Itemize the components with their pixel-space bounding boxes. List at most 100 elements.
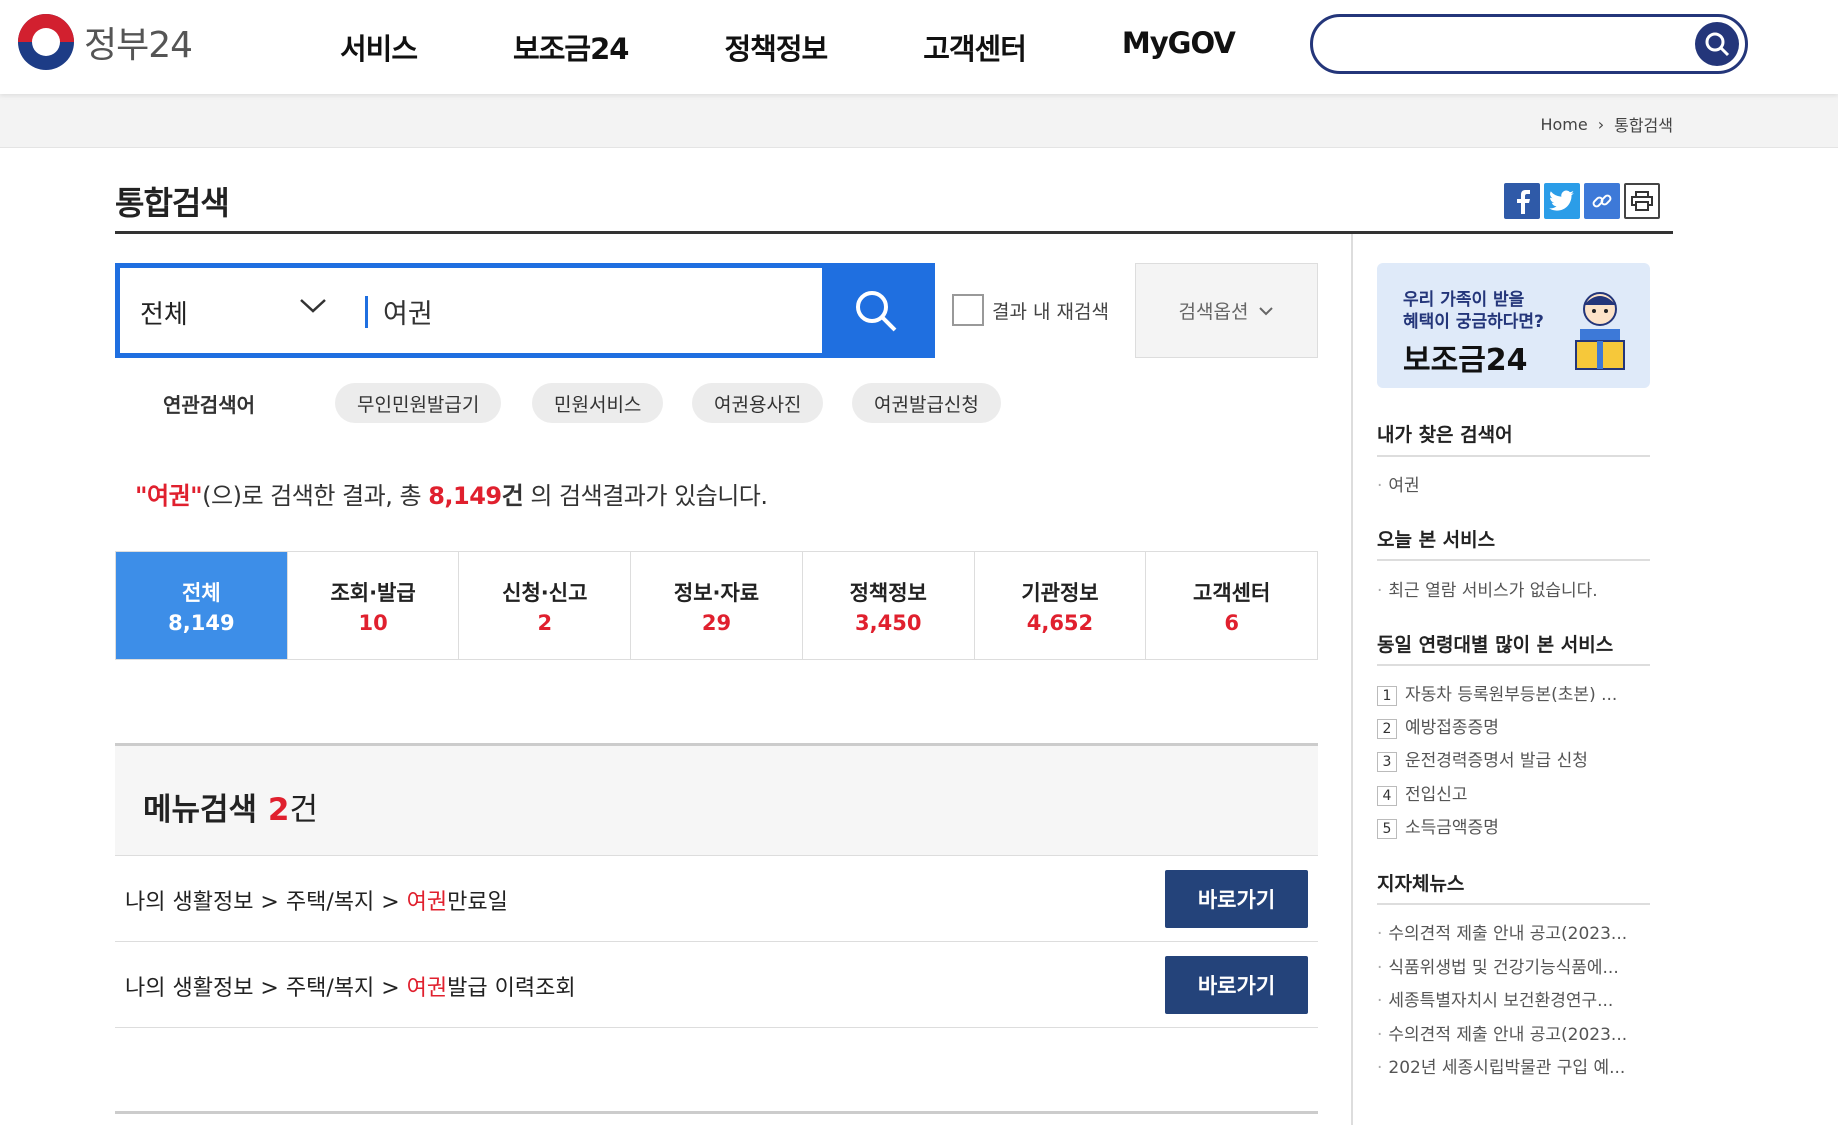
menu-search-unit: 건 [289, 792, 318, 828]
breadcrumb-home[interactable]: Home [1540, 115, 1587, 134]
search-icon [1705, 32, 1730, 57]
news-label: 수의견적 제출 안내 공고(2023... [1388, 1025, 1628, 1045]
popular-service-label: 운전경력증명서 발급 신청 [1405, 751, 1588, 771]
header-search-button[interactable] [1695, 22, 1739, 66]
menu-path-suffix: 발급 이력조회 [447, 976, 576, 1001]
copy-link-button[interactable] [1584, 183, 1620, 219]
facebook-share-button[interactable] [1504, 183, 1540, 219]
popular-service-item[interactable]: 1 자동차 등록원부등본(초본) ... [1377, 680, 1617, 706]
popular-service-label: 자동차 등록원부등본(초본) ... [1405, 685, 1618, 705]
my-keyword-item[interactable]: · 여권 [1377, 471, 1420, 496]
print-icon [1631, 191, 1653, 211]
result-tabs: 전체 8,149 조회·발급 10 신청·신고 2 정보·자료 29 정책정보 … [115, 551, 1318, 660]
popular-service-item[interactable]: 3 운전경력증명서 발급 신청 [1377, 746, 1588, 772]
menu-result-row: 나의 생활정보 > 주택/복지 > 여권만료일 바로가기 [115, 856, 1318, 942]
breadcrumb: Home › 통합검색 [1540, 112, 1673, 136]
news-label: 수의견적 제출 안내 공고(2023... [1388, 924, 1628, 944]
nav-customer-center[interactable]: 고객센터 [923, 26, 1027, 68]
refine-search-checkbox[interactable] [952, 294, 984, 326]
refine-search-label[interactable]: 결과 내 재검색 [992, 297, 1109, 324]
my-keyword-label: 여권 [1388, 476, 1420, 496]
today-viewed-item: · 최근 열람 서비스가 없습니다. [1377, 576, 1598, 601]
tab-label: 정책정보 [849, 580, 927, 605]
chevron-down-icon [1259, 306, 1274, 315]
header-search-input[interactable] [1337, 29, 1667, 59]
summary-text: (으)로 검색한 결과, 총 [202, 482, 429, 510]
main-search-box: 전체 여권 [115, 263, 935, 358]
tab-count: 8,149 [168, 610, 235, 635]
tab-label: 고객센터 [1193, 580, 1271, 605]
popular-service-item[interactable]: 2 예방접종증명 [1377, 713, 1499, 739]
rank-number: 2 [1377, 719, 1397, 739]
tab-apply-report[interactable]: 신청·신고 2 [459, 552, 632, 659]
go-button[interactable]: 바로가기 [1165, 956, 1308, 1014]
search-input[interactable]: 여권 [383, 292, 433, 331]
nav-mygov[interactable]: MyGOV [1122, 26, 1236, 68]
tab-customer-center[interactable]: 고객센터 6 [1146, 552, 1318, 659]
breadcrumb-bar: Home › 통합검색 [0, 94, 1838, 148]
local-news-item[interactable]: · 식품위생법 및 건강기능식품에... [1377, 953, 1619, 978]
divider [1377, 903, 1650, 905]
related-tag[interactable]: 여권발급신청 [852, 383, 1001, 423]
bullet-icon: · [1377, 1025, 1383, 1045]
popular-service-label: 예방접종증명 [1405, 718, 1499, 738]
bullet-icon: · [1377, 1058, 1383, 1078]
twitter-share-button[interactable] [1544, 183, 1580, 219]
character-gift-icon [1575, 292, 1625, 370]
news-label: 세종특별자치시 보건환경연구... [1388, 991, 1614, 1011]
summary-text: 의 검색결과가 있습니다. [523, 482, 768, 510]
today-viewed-label: 최근 열람 서비스가 없습니다. [1388, 581, 1598, 601]
tab-agency[interactable]: 기관정보 4,652 [974, 552, 1147, 659]
local-news-item[interactable]: · 수의견적 제출 안내 공고(2023... [1377, 1020, 1627, 1045]
local-news-item[interactable]: · 수의견적 제출 안내 공고(2023... [1377, 919, 1627, 944]
news-label: 식품위생법 및 건강기능식품에... [1388, 958, 1619, 978]
related-tag[interactable]: 무인민원발급기 [335, 383, 502, 423]
related-tag[interactable]: 여권용사진 [692, 383, 824, 423]
global-nav: 서비스 보조금24 정책정보 고객센터 MyGOV [340, 26, 1331, 68]
popular-service-item[interactable]: 4 전입신고 [1377, 780, 1468, 806]
nav-services[interactable]: 서비스 [340, 26, 418, 68]
tab-all[interactable]: 전체 8,149 [116, 552, 288, 659]
menu-result-path[interactable]: 나의 생활정보 > 주택/복지 > 여권만료일 [125, 884, 508, 916]
nav-subsidy24[interactable]: 보조금24 [513, 26, 629, 68]
go-button[interactable]: 바로가기 [1165, 870, 1308, 928]
text-cursor [365, 296, 368, 328]
popular-service-item[interactable]: 5 소득금액증명 [1377, 813, 1499, 839]
divider [1377, 559, 1650, 561]
bullet-icon: · [1377, 476, 1383, 496]
divider [1377, 455, 1650, 457]
search-submit-button[interactable] [822, 268, 930, 353]
related-tag[interactable]: 민원서비스 [532, 383, 664, 423]
popular-service-label: 소득금액증명 [1405, 818, 1499, 838]
print-button[interactable] [1624, 183, 1660, 219]
tab-info-data[interactable]: 정보·자료 29 [631, 552, 803, 659]
banner-line: 혜택이 궁금하다면? [1403, 312, 1544, 332]
share-buttons [1504, 183, 1660, 219]
twitter-icon [1549, 190, 1574, 211]
tab-count: 4,652 [1026, 610, 1094, 635]
tab-policy[interactable]: 정책정보 3,450 [802, 552, 975, 659]
chevron-down-icon[interactable] [298, 296, 328, 316]
local-news-item[interactable]: · 202년 세종시립박물관 구입 예... [1377, 1053, 1625, 1078]
search-options-button[interactable]: 검색옵션 [1135, 263, 1318, 358]
menu-path-highlight: 여권 [406, 890, 448, 915]
site-logo[interactable]: 정부24 [18, 14, 193, 70]
local-news-item[interactable]: · 세종특별자치시 보건환경연구... [1377, 986, 1613, 1011]
tab-lookup-issue[interactable]: 조회·발급 10 [287, 552, 460, 659]
rank-number: 1 [1377, 686, 1397, 706]
menu-path-prefix: 나의 생활정보 > 주택/복지 > [125, 976, 407, 1001]
refine-search: 결과 내 재검색 [952, 294, 1109, 326]
link-icon [1592, 194, 1612, 208]
scope-select[interactable]: 전체 [140, 294, 188, 331]
taegeuk-logo-icon [18, 14, 74, 70]
menu-search-header: 메뉴검색 2건 [115, 743, 1318, 856]
bullet-icon: · [1377, 991, 1383, 1011]
tab-label: 기관정보 [1021, 580, 1099, 605]
facebook-icon [1517, 190, 1530, 214]
menu-path-suffix: 만료일 [447, 890, 508, 915]
nav-policy[interactable]: 정책정보 [724, 26, 828, 68]
subsidy24-banner[interactable]: 우리 가족이 받을 혜택이 궁금하다면? 보조금24 [1377, 263, 1650, 388]
tab-label: 정보·자료 [673, 580, 760, 605]
menu-result-path[interactable]: 나의 생활정보 > 주택/복지 > 여권발급 이력조회 [125, 970, 576, 1002]
logo-text: 정부24 [84, 25, 193, 66]
